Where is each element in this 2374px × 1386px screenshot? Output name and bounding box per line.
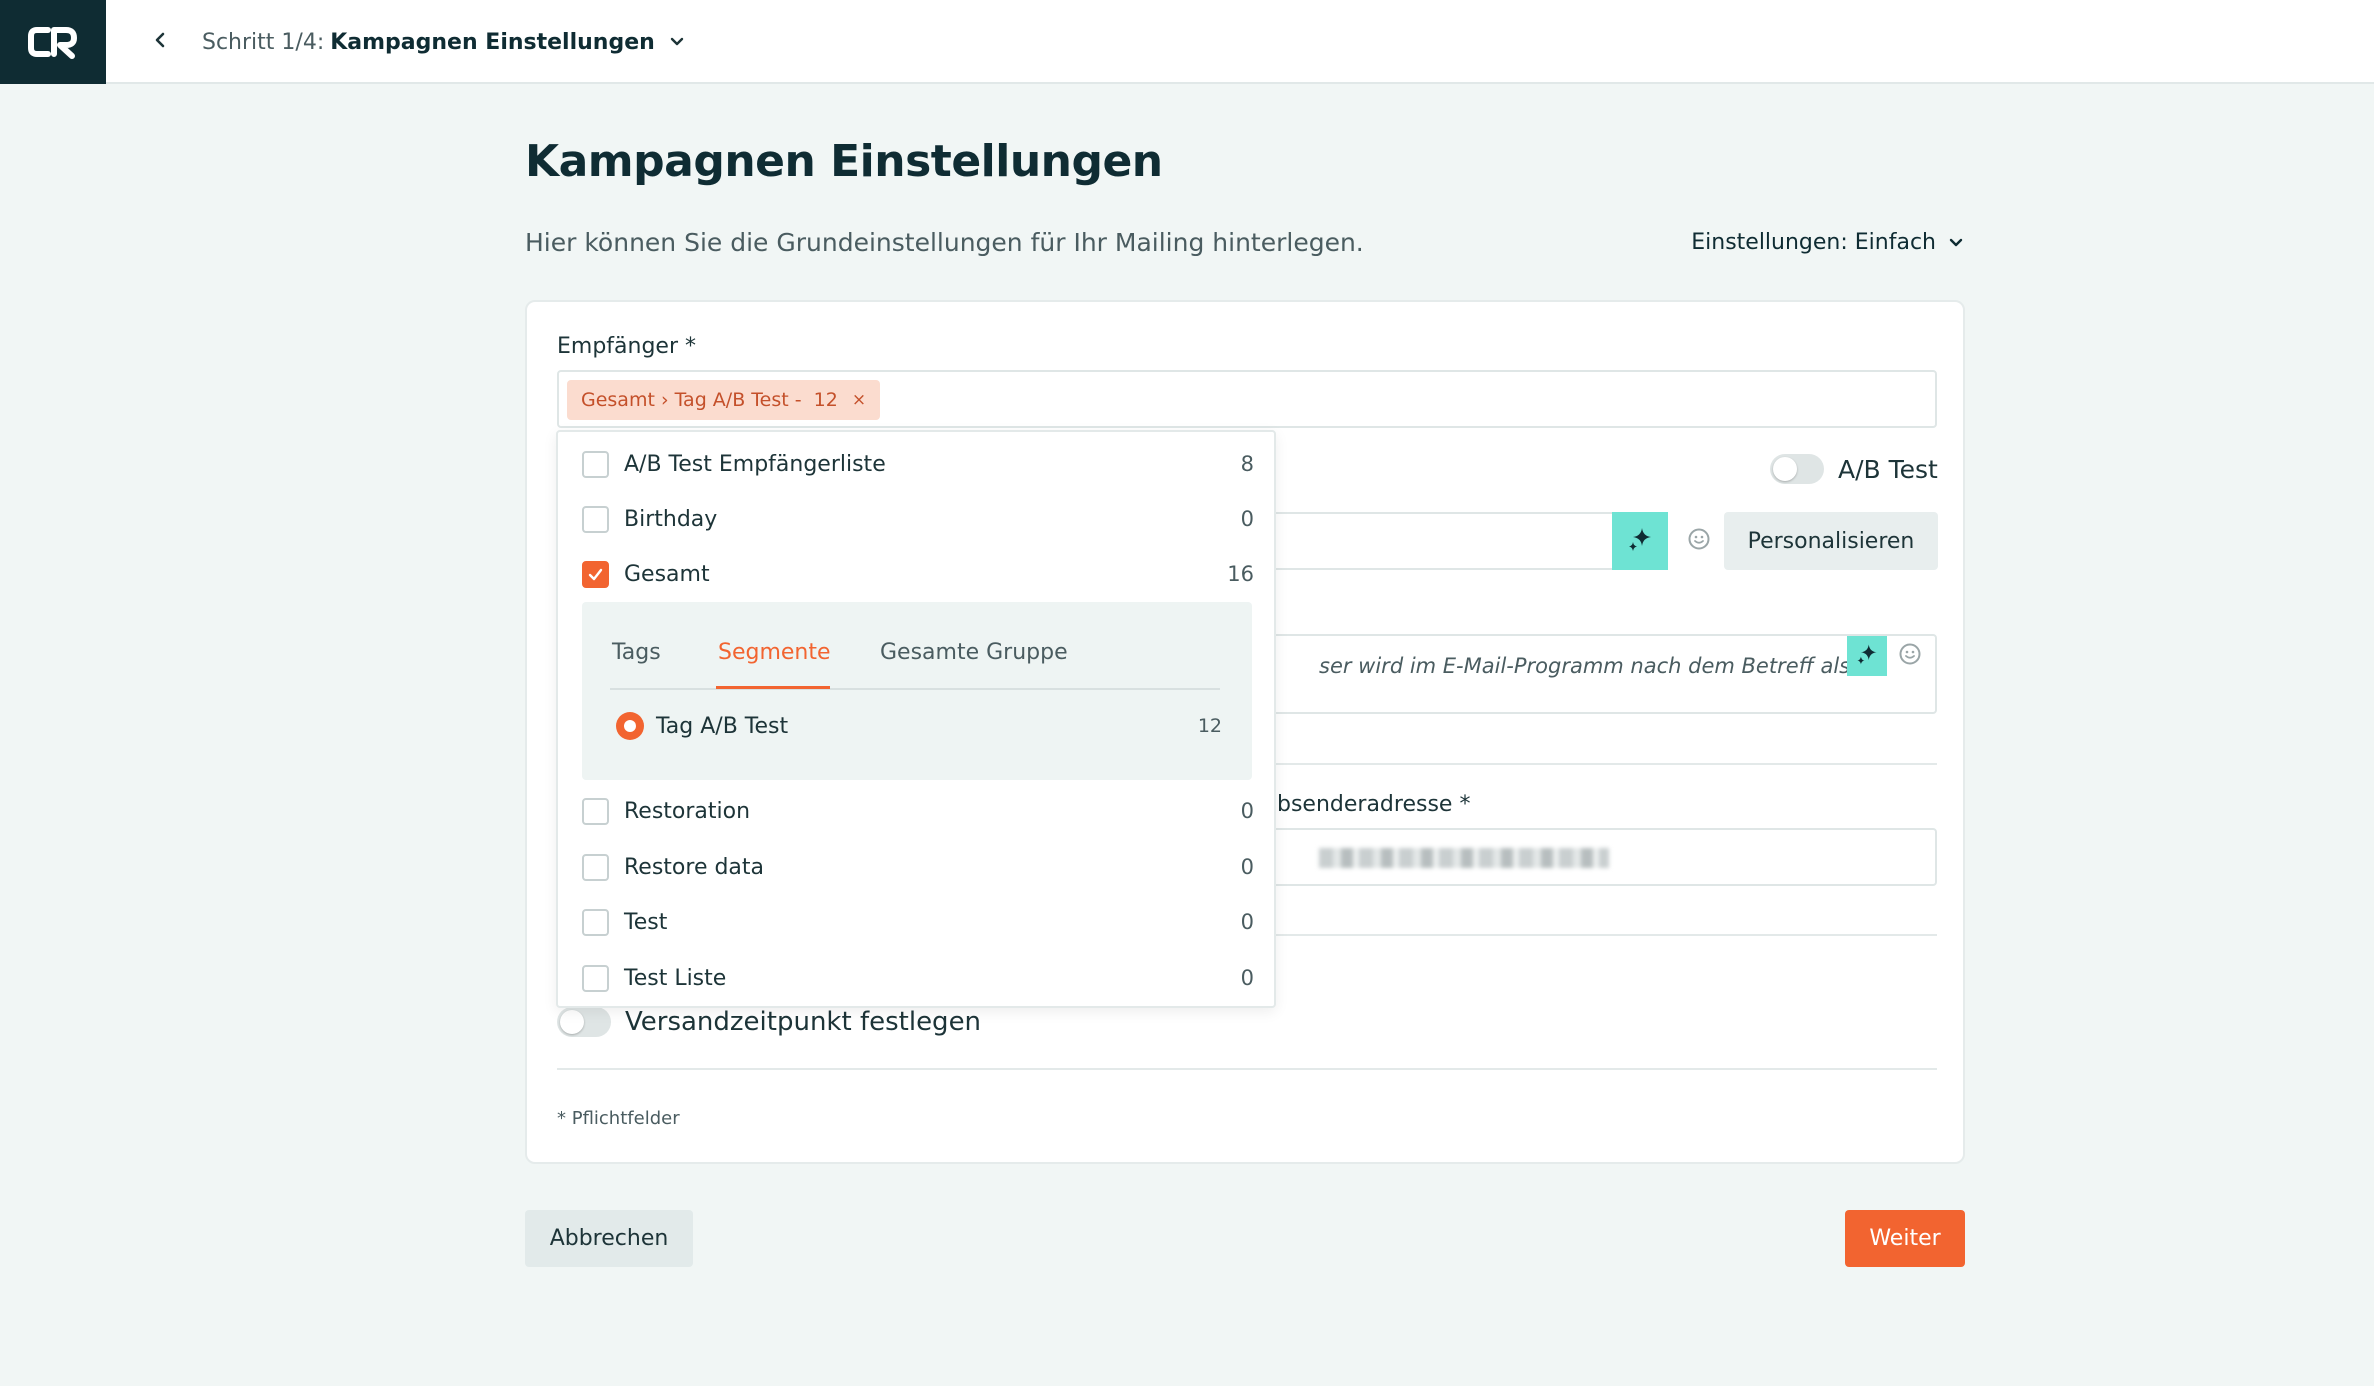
- settings-mode-label: Einstellungen: Einfach: [1691, 230, 1936, 255]
- segment-name: Tag A/B Test: [656, 713, 789, 739]
- ab-test-label: A/B Test: [1838, 454, 1938, 484]
- list-option[interactable]: Gesamt 16: [582, 554, 1254, 594]
- sparkle-icon: [1854, 641, 1880, 671]
- checkbox[interactable]: [582, 505, 609, 533]
- checkbox[interactable]: [582, 853, 609, 881]
- tab-tags[interactable]: Tags: [612, 640, 661, 665]
- list-count: 0: [1240, 910, 1254, 934]
- checkbox[interactable]: [582, 964, 609, 992]
- send-time-switch[interactable]: [557, 1007, 611, 1037]
- checkbox[interactable]: [582, 450, 609, 478]
- page-subtitle: Hier können Sie die Grundeinstellungen f…: [525, 228, 1364, 257]
- send-time-label: Versandzeitpunkt festlegen: [625, 1007, 982, 1037]
- list-count: 0: [1240, 799, 1254, 823]
- tab-gesamte-gruppe[interactable]: Gesamte Gruppe: [880, 640, 1068, 665]
- list-count: 8: [1240, 452, 1254, 476]
- ab-test-toggle-row: A/B Test: [1770, 454, 1938, 484]
- group-subpanel: Tags Segmente Gesamte Gruppe Tag A/B Tes…: [582, 602, 1252, 780]
- list-count: 16: [1227, 562, 1254, 586]
- personalize-button[interactable]: Personalisieren: [1724, 512, 1938, 570]
- emoji-button[interactable]: [1678, 512, 1720, 570]
- list-count: 0: [1240, 966, 1254, 990]
- divider: [557, 1068, 1937, 1070]
- recipient-chip: Gesamt › Tag A/B Test - 12 ×: [567, 380, 881, 420]
- list-name: A/B Test Empfängerliste: [624, 451, 886, 477]
- emoji-button-preheader[interactable]: [1889, 636, 1931, 676]
- preheader-placeholder: ser wird im E-Mail-Programm nach dem Bet…: [1319, 654, 1851, 678]
- sender-address-label: bsenderadresse *: [1277, 792, 1471, 817]
- segment-count: 12: [1197, 715, 1222, 737]
- list-option[interactable]: Birthday 0: [582, 499, 1254, 539]
- ab-test-switch[interactable]: [1770, 454, 1824, 484]
- checkbox[interactable]: [582, 797, 609, 825]
- list-name: Restore data: [624, 854, 765, 880]
- list-option[interactable]: Test 0: [582, 902, 1254, 942]
- settings-mode-select[interactable]: Einstellungen: Einfach: [1691, 230, 1964, 255]
- list-option[interactable]: Restoration 0: [582, 791, 1254, 831]
- required-fields-note: * Pflichtfelder: [557, 1108, 680, 1129]
- chevron-down-icon: [1948, 237, 1964, 249]
- list-name: Restoration: [624, 798, 751, 824]
- send-time-toggle-row: Versandzeitpunkt festlegen: [557, 1007, 981, 1037]
- recipient-chip-label: Gesamt › Tag A/B Test - 12: [581, 389, 838, 411]
- checkbox[interactable]: [582, 908, 609, 936]
- list-option[interactable]: A/B Test Empfängerliste 8: [582, 444, 1254, 484]
- page-title: Kampagnen Einstellungen: [525, 136, 1163, 187]
- ai-sparkle-button-preheader[interactable]: [1847, 636, 1887, 676]
- list-name: Birthday: [624, 506, 718, 532]
- redacted-email: [1319, 848, 1609, 868]
- recipient-label: Empfänger *: [557, 334, 697, 359]
- smiley-icon: [1898, 642, 1922, 670]
- smiley-icon: [1687, 527, 1711, 555]
- list-count: 0: [1240, 855, 1254, 879]
- sparkle-icon: [1625, 524, 1655, 558]
- chevron-down-icon: [669, 36, 685, 48]
- list-option[interactable]: Restore data 0: [582, 847, 1254, 887]
- list-count: 0: [1240, 507, 1254, 531]
- step-breadcrumb[interactable]: Schritt 1/4: Kampagnen Einstellungen: [202, 24, 685, 60]
- list-name: Test: [624, 909, 668, 935]
- next-button[interactable]: Weiter: [1845, 1210, 1965, 1267]
- chip-remove-icon[interactable]: ×: [852, 390, 866, 410]
- list-name: Test Liste: [624, 965, 727, 991]
- group-tabs: Tags Segmente Gesamte Gruppe: [610, 628, 1220, 690]
- checkbox-checked[interactable]: [582, 560, 609, 588]
- cancel-button[interactable]: Abbrechen: [525, 1210, 693, 1267]
- recipient-select[interactable]: Gesamt › Tag A/B Test - 12 ×: [557, 370, 1937, 428]
- cr-logo-icon[interactable]: [0, 0, 106, 84]
- segment-option[interactable]: Tag A/B Test 12: [616, 706, 1222, 746]
- active-tab-indicator: [716, 686, 830, 689]
- step-title: Kampagnen Einstellungen: [330, 29, 655, 55]
- radio-selected[interactable]: [616, 712, 644, 740]
- check-icon: [588, 568, 603, 580]
- list-option[interactable]: Test Liste 0: [582, 958, 1254, 998]
- tab-segmente[interactable]: Segmente: [718, 640, 831, 665]
- ai-sparkle-button[interactable]: [1612, 512, 1668, 570]
- top-bar: Schritt 1/4: Kampagnen Einstellungen: [0, 0, 2374, 84]
- back-button[interactable]: [140, 22, 180, 62]
- step-label: Schritt 1/4:: [202, 29, 325, 55]
- recipient-dropdown: A/B Test Empfängerliste 8 Birthday 0 Ges…: [556, 430, 1276, 1008]
- chevron-left-icon: [153, 31, 167, 53]
- list-name: Gesamt: [624, 561, 710, 587]
